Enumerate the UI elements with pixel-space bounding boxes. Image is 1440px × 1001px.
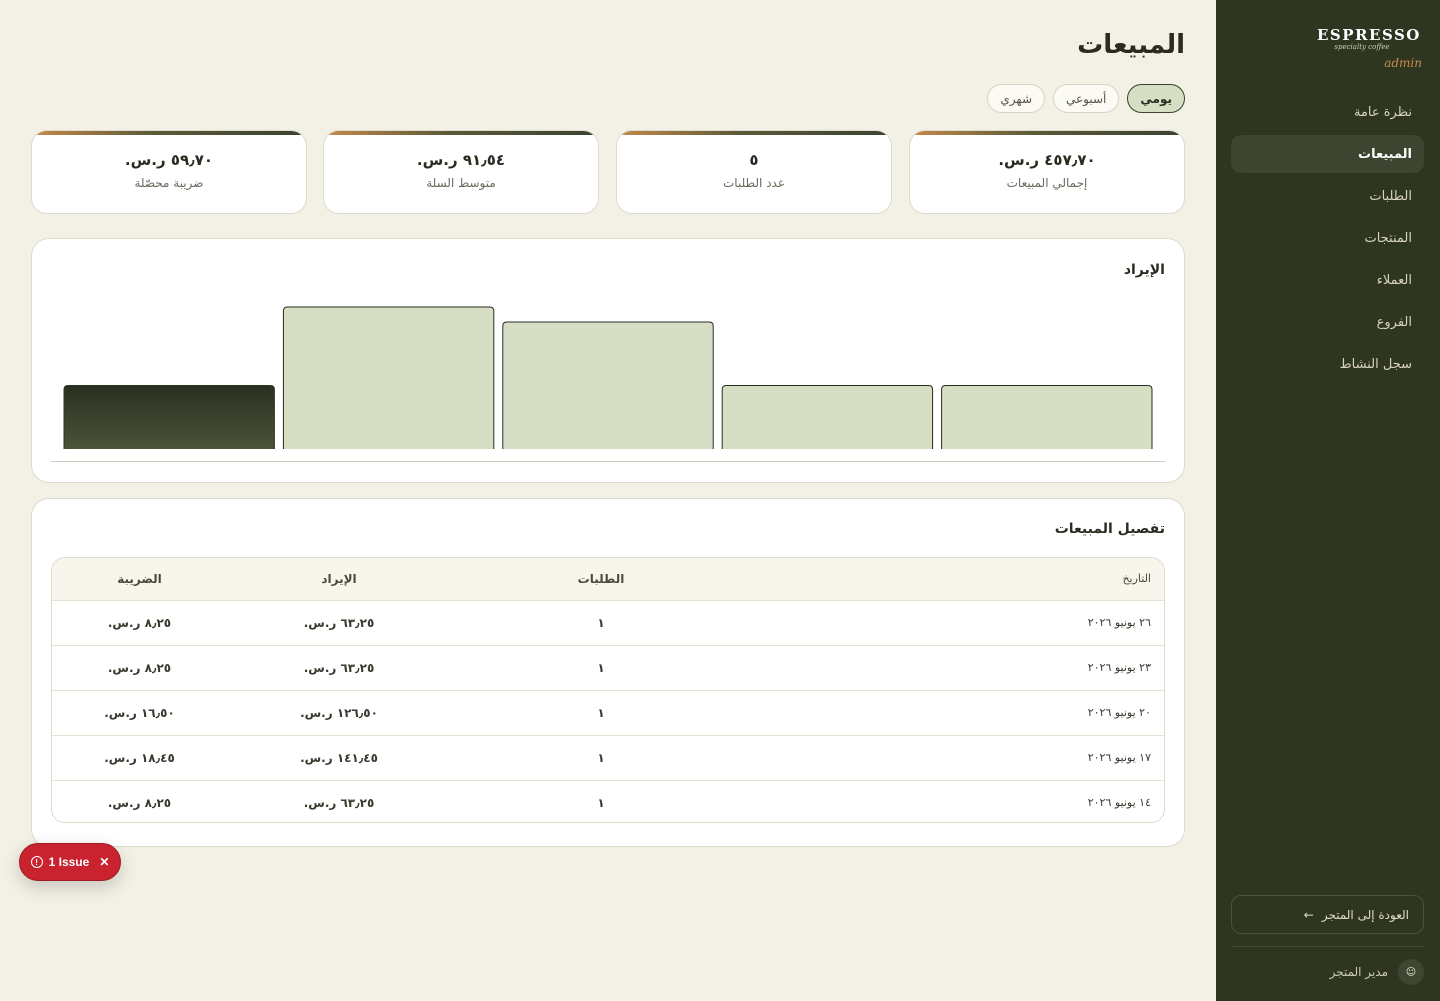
back-to-store-button[interactable]: العودة إلى المتجر ← xyxy=(1231,895,1424,934)
sidebar-item-label: الطلبات xyxy=(1369,188,1412,204)
issue-count-label: 1 Issue xyxy=(48,855,90,869)
sidebar-item-label: نظرة عامة xyxy=(1353,104,1412,120)
column-header-revenue[interactable]: الإيراد xyxy=(227,558,451,600)
stat-value: ٥٩٫٧٠ ر.س. xyxy=(124,151,214,169)
sales-table-container: التاريخ الطلبات الإيراد الضريبة ٢٦ يونيو… xyxy=(51,557,1165,823)
sidebar-item-label: المنتجات xyxy=(1364,230,1412,246)
sidebar-item-branches[interactable]: الفروع xyxy=(1231,303,1424,341)
user-name: مدير المتجر xyxy=(1329,965,1388,979)
issue-badge[interactable]: ! 1 Issue ✕ xyxy=(19,843,121,881)
column-header-orders[interactable]: الطلبات xyxy=(451,558,751,600)
cell-tax: ٨٫٢٥ ر.س. xyxy=(107,795,172,810)
sales-details-panel: تفصيل المبيعات التاريخ الطلبات الإيراد ا… xyxy=(31,498,1185,847)
cell-orders: ١ xyxy=(597,795,605,810)
sidebar-item-label: المبيعات xyxy=(1358,146,1412,162)
cell-tax: ١٦٫٥٠ ر.س. xyxy=(104,705,175,720)
stat-value: ٥ xyxy=(749,151,759,169)
stat-card-order-count: ٥ عدد الطلبات xyxy=(616,130,892,214)
table-row: ١٧ يونيو ٢٠٢٦ ١ ١٤١٫٤٥ ر.س. ١٨٫٤٥ ر.س. xyxy=(52,735,1164,780)
cell-orders: ١ xyxy=(597,750,605,765)
cell-orders: ١ xyxy=(597,705,605,720)
cell-date: ٢٦ يونيو ٢٠٢٦ xyxy=(1087,616,1151,629)
sidebar-nav: نظرة عامة المبيعات الطلبات المنتجات العم… xyxy=(1231,93,1424,387)
cell-orders: ١ xyxy=(597,615,605,630)
tab-daily[interactable]: يومي xyxy=(1127,84,1185,113)
brand-name: ESPRESSO xyxy=(1317,26,1421,44)
cell-tax: ٨٫٢٥ ر.س. xyxy=(107,615,172,630)
cell-revenue: ٦٣٫٢٥ ر.س. xyxy=(303,615,375,630)
sidebar-item-label: الفروع xyxy=(1376,314,1412,330)
arrow-left-icon: ← xyxy=(1303,907,1314,922)
cell-revenue: ٦٣٫٢٥ ر.س. xyxy=(303,795,375,810)
stat-card-average-basket: ٩١٫٥٤ ر.س. متوسط السلة xyxy=(323,130,599,214)
column-header-tax[interactable]: الضريبة xyxy=(52,558,227,600)
revenue-bar-2[interactable] xyxy=(502,321,714,449)
table-row: ٢٦ يونيو ٢٠٢٦ ١ ٦٣٫٢٥ ر.س. ٨٫٢٥ ر.س. xyxy=(52,600,1164,645)
sidebar-item-overview[interactable]: نظرة عامة xyxy=(1231,93,1424,131)
revenue-chart-svg xyxy=(51,306,1165,462)
stat-label: عدد الطلبات xyxy=(723,176,785,190)
cell-revenue: ٦٣٫٢٥ ر.س. xyxy=(303,660,375,675)
user-profile[interactable]: ☺ مدير المتجر xyxy=(1231,958,1424,986)
sales-table: التاريخ الطلبات الإيراد الضريبة ٢٦ يونيو… xyxy=(52,558,1164,822)
admin-label: admin xyxy=(1384,56,1422,70)
cell-orders: ١ xyxy=(597,660,605,675)
revenue-title: الإيراد xyxy=(1123,262,1165,278)
sidebar: ESPRESSO specialty coffee admin نظرة عام… xyxy=(1216,0,1440,1001)
table-row: ٢٣ يونيو ٢٠٢٦ ١ ٦٣٫٢٥ ر.س. ٨٫٢٥ ر.س. xyxy=(52,645,1164,690)
brand-logo[interactable]: ESPRESSO specialty coffee xyxy=(1317,26,1421,51)
revenue-chart xyxy=(51,289,1165,462)
alert-circle-icon: ! xyxy=(30,856,43,868)
sidebar-item-orders[interactable]: الطلبات xyxy=(1231,177,1424,215)
sidebar-item-label: سجل النشاط xyxy=(1339,356,1412,372)
sales-details-title: تفصيل المبيعات xyxy=(1054,521,1165,537)
cell-date: ٢٣ يونيو ٢٠٢٦ xyxy=(1087,661,1151,674)
cell-date: ٢٠ يونيو ٢٠٢٦ xyxy=(1087,706,1151,719)
user-avatar-icon: ☺ xyxy=(1398,959,1424,985)
revenue-bar-3[interactable] xyxy=(282,306,495,449)
sidebar-item-customers[interactable]: العملاء xyxy=(1231,261,1424,299)
stat-card-tax-collected: ٥٩٫٧٠ ر.س. ضريبة محصّلة xyxy=(31,130,307,214)
table-header-row: التاريخ الطلبات الإيراد الضريبة xyxy=(52,558,1164,600)
cell-tax: ٨٫٢٥ ر.س. xyxy=(107,660,172,675)
tab-weekly[interactable]: أسبوعي xyxy=(1053,84,1120,113)
column-header-date[interactable]: التاريخ xyxy=(751,558,1164,600)
cell-date: ١٤ يونيو ٢٠٢٦ xyxy=(1087,796,1151,810)
cell-tax: ١٨٫٤٥ ر.س. xyxy=(104,750,175,765)
sidebar-item-products[interactable]: المنتجات xyxy=(1231,219,1424,257)
revenue-bar-4[interactable] xyxy=(63,385,275,449)
table-row: ٢٠ يونيو ٢٠٢٦ ١ ١٢٦٫٥٠ ر.س. ١٦٫٥٠ ر.س. xyxy=(52,690,1164,735)
stat-label: ضريبة محصّلة xyxy=(134,176,204,190)
revenue-bar-0[interactable] xyxy=(941,385,1153,449)
stat-value: ٤٥٧٫٧٠ ر.س. xyxy=(998,151,1096,169)
back-to-store-label: العودة إلى المتجر xyxy=(1321,907,1409,922)
stat-label: إجمالي المبيعات xyxy=(1006,176,1088,190)
cell-revenue: ١٢٦٫٥٠ ر.س. xyxy=(300,705,378,720)
table-row: ١٤ يونيو ٢٠٢٦ ١ ٦٣٫٢٥ ر.س. ٨٫٢٥ ر.س. xyxy=(52,780,1164,822)
period-tabs: يومي أسبوعي شهري xyxy=(987,84,1185,113)
brand-tagline: specialty coffee xyxy=(1334,43,1390,51)
tab-monthly[interactable]: شهري xyxy=(987,84,1046,113)
sidebar-item-label: العملاء xyxy=(1376,272,1412,288)
cell-revenue: ١٤١٫٤٥ ر.س. xyxy=(300,750,378,765)
stat-card-total-sales: ٤٥٧٫٧٠ ر.س. إجمالي المبيعات xyxy=(909,130,1185,214)
cell-date: ١٧ يونيو ٢٠٢٦ xyxy=(1087,751,1151,764)
page-title: المبيعات xyxy=(1077,30,1185,60)
stat-label: متوسط السلة xyxy=(426,176,496,190)
revenue-bar-1[interactable] xyxy=(721,385,934,449)
sidebar-divider xyxy=(1231,946,1424,947)
sidebar-item-activity-log[interactable]: سجل النشاط xyxy=(1231,345,1424,383)
revenue-panel: الإيراد xyxy=(31,238,1185,483)
stat-value: ٩١٫٥٤ ر.س. xyxy=(416,151,506,169)
close-icon[interactable]: ✕ xyxy=(99,855,109,869)
sidebar-item-sales[interactable]: المبيعات xyxy=(1231,135,1424,173)
